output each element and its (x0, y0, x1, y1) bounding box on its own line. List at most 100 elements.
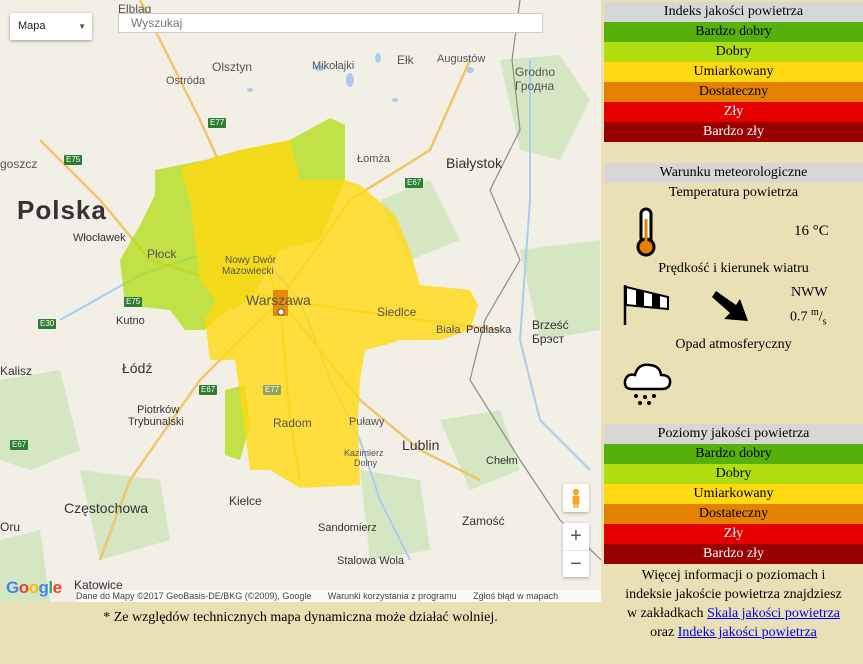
road-shield: E75 (124, 297, 143, 307)
label-pulawy: Puławy (349, 416, 385, 428)
label-augustow: Augustów (437, 53, 486, 65)
attribution-data: Dane do Mapy ©2017 GeoBasis-DE/BKG (©200… (76, 591, 312, 601)
info-line: oraz Indeks jakości powietrza (604, 623, 863, 642)
map-type-label: Mapa (18, 20, 46, 32)
road-shield: E77 (263, 385, 282, 395)
index-level: Dobry (604, 42, 863, 62)
info-line: w zakładkach Skala jakości powietrza (604, 604, 863, 623)
chevron-down-icon: ▼ (78, 22, 86, 31)
index-level: Dostateczny (604, 82, 863, 102)
temp-value: 16 °C (794, 223, 829, 239)
road-shield: E75 (64, 155, 83, 165)
label-zamosc: Zamość (462, 514, 505, 528)
label-kazimierz: Kazimierz (344, 448, 384, 458)
label-sandomierz: Sandomierz (318, 522, 377, 534)
info-line: Więcej informacji o poziomach i (641, 568, 826, 583)
rain-cloud-icon (622, 359, 674, 412)
label-kalisz: Kalisz (0, 364, 33, 378)
label-goszcz: goszcz (0, 157, 38, 171)
label-olsztyn: Olsztyn (212, 60, 253, 74)
levels-item: Bardzo zły (604, 544, 863, 564)
road-shield: E67 (10, 440, 29, 450)
road-shield: E77 (208, 118, 227, 128)
wind-speed: 0.7 m/s (790, 307, 827, 328)
levels-title: Poziomy jakości powietrza (604, 424, 863, 444)
link-air-quality-index[interactable]: Indeks jakości powietrza (678, 625, 817, 640)
levels-item: Umiarkowany (604, 484, 863, 504)
label-brest-ru: Брэст (532, 332, 565, 346)
label-biala: Biała (436, 324, 461, 336)
temp-title: Temperatura powietrza (668, 185, 799, 200)
zoom-control: + − (563, 523, 589, 577)
map[interactable]: Elbląg Olsztyn Mikołajki Ełk Augustów Gr… (0, 0, 601, 602)
wind-direction-arrow-icon (710, 291, 750, 330)
link-air-quality-scale[interactable]: Skala jakości powietrza (707, 606, 840, 621)
label-oru: Oru (0, 520, 21, 534)
label-brzesc: Brześć (532, 318, 569, 332)
map-attribution: Dane do Mapy ©2017 GeoBasis-DE/BKG (©200… (76, 590, 601, 602)
levels-item: Bardzo dobry (604, 444, 863, 464)
label-warszawa: Warszawa (246, 292, 311, 308)
rain-row (604, 353, 863, 421)
label-lomza: Łomża (357, 153, 391, 165)
info-line: indeksie jakoście powietrza znajdziesz (625, 587, 842, 602)
levels-item: Zły (604, 524, 863, 544)
index-level: Bardzo zły (604, 122, 863, 142)
warszawa-marker (277, 308, 285, 316)
label-radom: Radom (273, 416, 312, 430)
street-view-pegman-icon[interactable] (563, 484, 589, 512)
index-level: Bardzo dobry (604, 22, 863, 42)
index-level: Umiarkowany (604, 62, 863, 82)
index-title: Indeks jakości powietrza (604, 2, 863, 22)
meteo-title: Warunku meteorologiczne (604, 163, 863, 183)
wind-unit-den: s (822, 316, 827, 328)
label-mazowiecki: Mazowiecki (222, 266, 274, 277)
label-grodno-ru: Гродна (515, 79, 555, 93)
wind-speed-value: 0.7 (790, 309, 808, 325)
levels-legend: Bardzo dobry Dobry Umiarkowany Dostatecz… (604, 444, 863, 564)
label-nowy-dwor: Nowy Dwór (225, 255, 277, 266)
label-lublin: Lublin (402, 437, 440, 453)
levels-item: Dostateczny (604, 504, 863, 524)
label-podlaska: Podlaska (466, 324, 512, 336)
levels-item: Dobry (604, 464, 863, 484)
info-text: Więcej informacji o poziomach i indeksie… (604, 566, 863, 642)
label-piotrkow: Piotrków (137, 404, 180, 416)
label-grodno: Grodno (515, 65, 556, 79)
search-input[interactable] (118, 13, 543, 33)
thermometer-icon (634, 207, 658, 262)
temp-row: 16 °C (604, 201, 863, 257)
index-legend: Bardzo dobry Dobry Umiarkowany Dostatecz… (604, 22, 863, 142)
map-type-select[interactable]: Mapa ▼ (10, 13, 92, 40)
label-kutno: Kutno (116, 315, 145, 327)
info-text-pre: w zakładkach (626, 606, 704, 621)
report-error-link[interactable]: Zgłoś błąd w mapach (473, 591, 558, 601)
label-lodz: Łódź (122, 360, 153, 376)
index-level: Zły (604, 102, 863, 122)
label-trybunalski: Trybunalski (128, 416, 184, 428)
label-stalowa-wola: Stalowa Wola (337, 555, 405, 567)
terms-link[interactable]: Warunki korzystania z programu (328, 591, 457, 601)
map-note: * Ze względów technicznych mapa dynamicz… (103, 610, 498, 625)
rain-title: Opad atmosferyczny (675, 337, 792, 352)
label-ostroda: Ostróda (166, 75, 206, 87)
info-text-pre: oraz (650, 625, 675, 640)
label-bialystok: Białystok (446, 155, 503, 171)
label-elk: Ełk (397, 53, 414, 67)
label-dolny: Dolny (354, 458, 378, 468)
wind-title: Prędkość i kierunek wiatru (658, 261, 809, 276)
label-wloclawek: Włocławek (73, 232, 126, 244)
road-shield: E30 (38, 319, 57, 329)
wind-unit-num: m (811, 307, 819, 318)
label-siedlce: Siedlce (377, 305, 417, 319)
wind-direction: NWW (791, 285, 828, 300)
windsock-icon (622, 283, 672, 332)
zoom-out-button[interactable]: − (563, 551, 589, 577)
label-czestochowa: Częstochowa (64, 500, 149, 516)
sidebar: Indeks jakości powietrza Bardzo dobry Do… (604, 0, 863, 664)
label-polska: Polska (17, 195, 107, 225)
zoom-in-button[interactable]: + (563, 523, 589, 551)
road-shield: E67 (199, 385, 218, 395)
label-mikolajki: Mikołajki (312, 60, 355, 72)
label-plock: Płock (147, 247, 177, 261)
